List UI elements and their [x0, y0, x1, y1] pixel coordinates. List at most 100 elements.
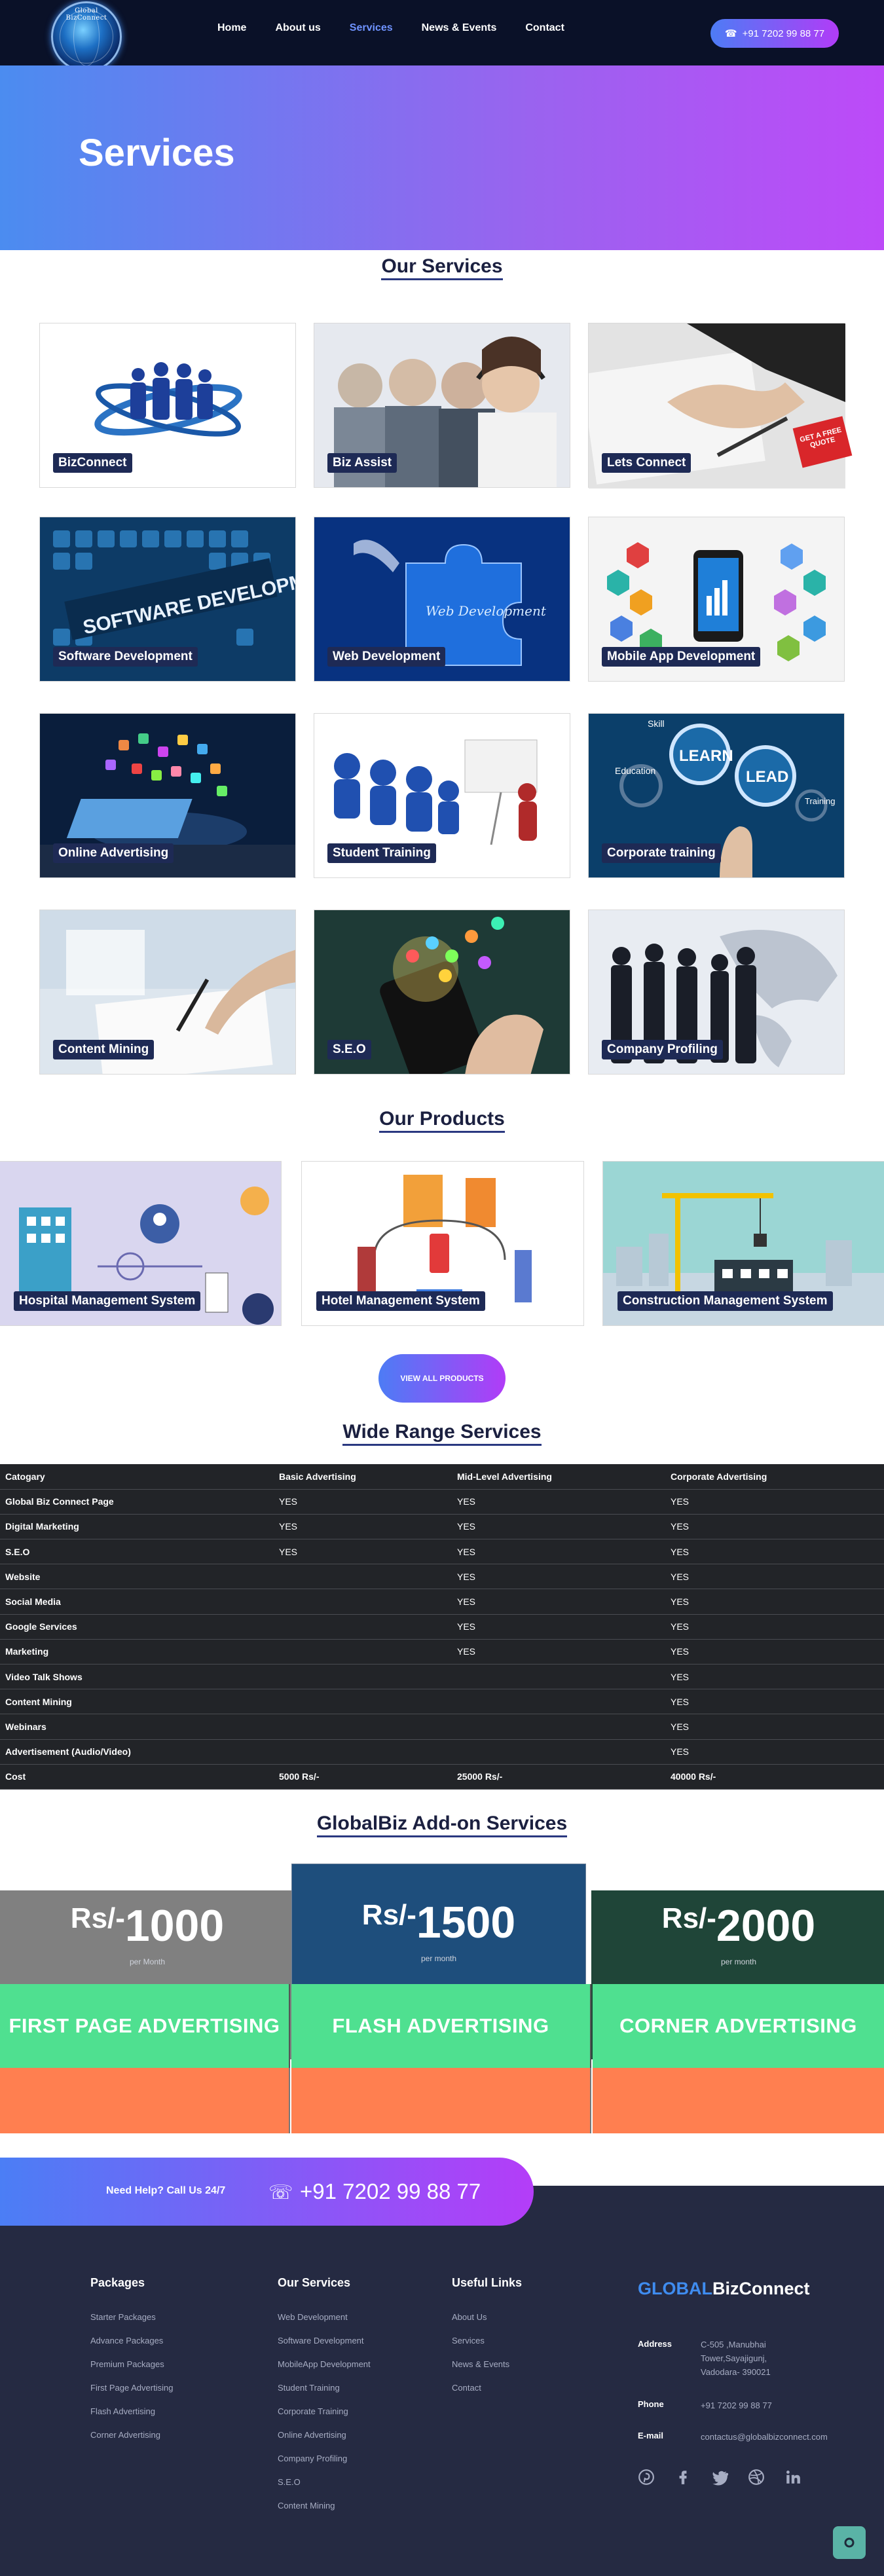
- footer-link[interactable]: First Page Advertising: [90, 2383, 173, 2393]
- twitter-icon[interactable]: [711, 2469, 728, 2486]
- service-label: Web Development: [327, 647, 446, 667]
- footer-link[interactable]: Software Development: [278, 2336, 371, 2346]
- footer-link[interactable]: Premium Packages: [90, 2359, 173, 2369]
- phone-icon: ☎: [724, 28, 737, 39]
- currency: Rs/-: [661, 1902, 716, 1934]
- footer-link[interactable]: Services: [452, 2336, 522, 2346]
- service-card-biz-assist[interactable]: Biz Assist: [314, 323, 570, 488]
- table-cell-value: [274, 1564, 452, 1590]
- footer-heading: Packages: [90, 2276, 145, 2289]
- table-cell-value: YES: [665, 1739, 884, 1765]
- nav-news-events[interactable]: News & Events: [407, 22, 511, 34]
- table-cell-value: 40000 Rs/-: [665, 1764, 884, 1790]
- email-label: E-mail: [638, 2431, 664, 2440]
- plan-name-first-page: FIRST PAGE ADVERTISING: [0, 1984, 290, 2068]
- nav-about-us[interactable]: About us: [261, 22, 335, 34]
- table-cell-value: YES: [452, 1539, 665, 1565]
- product-card-construction[interactable]: Construction Management System: [602, 1161, 884, 1326]
- help-phone-number[interactable]: +91 7202 99 88 77: [300, 2179, 481, 2204]
- nav-services[interactable]: Services: [335, 22, 407, 34]
- phone-icon: ☏: [268, 2182, 293, 2203]
- table-cell-value: YES: [274, 1539, 452, 1565]
- view-all-products-button[interactable]: VIEW ALL PRODUCTS: [378, 1354, 506, 1403]
- footer-link[interactable]: S.E.O: [278, 2477, 371, 2487]
- table-row: Global Biz Connect Page YES YES YES: [0, 1489, 884, 1515]
- header-category: Catogary: [0, 1464, 274, 1490]
- footer-link[interactable]: About Us: [452, 2312, 522, 2322]
- service-label: Company Profiling: [602, 1040, 723, 1059]
- email-value[interactable]: contactus@globalbizconnect.com: [701, 2430, 871, 2444]
- product-card-hotel[interactable]: Hotel Management System: [301, 1161, 584, 1326]
- footer-link[interactable]: Starter Packages: [90, 2312, 173, 2322]
- nav-contact[interactable]: Contact: [511, 22, 579, 34]
- table-cell-category: Marketing: [0, 1639, 274, 1665]
- plan-period: per month: [720, 1957, 757, 1966]
- table-row: Digital Marketing YES YES YES: [0, 1514, 884, 1540]
- footer-link[interactable]: Web Development: [278, 2312, 371, 2322]
- back-to-top-button[interactable]: [833, 2526, 866, 2559]
- table-cell-value: 5000 Rs/-: [274, 1764, 452, 1790]
- linkedin-icon[interactable]: [784, 2469, 801, 2486]
- services-comparison-table: Catogary Basic Advertising Mid-Level Adv…: [0, 1464, 884, 1790]
- table-cell-value: [274, 1589, 452, 1615]
- wide-range-heading: Wide Range Services: [0, 1421, 884, 1446]
- table-cell-category: Digital Marketing: [0, 1514, 274, 1540]
- product-card-hospital[interactable]: Hospital Management System: [0, 1161, 282, 1326]
- service-card-software-development[interactable]: SOFTWARE DEVELOPMENT Software Developmen…: [39, 517, 296, 682]
- page-title: Services: [79, 132, 235, 174]
- service-label: Biz Assist: [327, 453, 397, 473]
- footer-heading: Our Services: [278, 2276, 351, 2289]
- table-cell-category: Cost: [0, 1764, 274, 1790]
- service-label: Software Development: [53, 647, 198, 667]
- table-cell-value: YES: [665, 1489, 884, 1515]
- footer-link[interactable]: Advance Packages: [90, 2336, 173, 2346]
- table-cell-value: YES: [665, 1689, 884, 1715]
- service-card-bizconnect[interactable]: BizConnect: [39, 323, 296, 488]
- service-card-seo[interactable]: S.E.O: [314, 910, 570, 1075]
- footer-link[interactable]: MobileApp Development: [278, 2359, 371, 2369]
- table-cell-value: [452, 1664, 665, 1690]
- table-cell-value: YES: [452, 1639, 665, 1665]
- service-card-company-profiling[interactable]: Company Profiling: [588, 910, 845, 1075]
- footer-link[interactable]: Corporate Training: [278, 2406, 371, 2416]
- dribbble-icon[interactable]: [748, 2469, 765, 2486]
- footer-link[interactable]: Company Profiling: [278, 2454, 371, 2463]
- service-card-online-advertising[interactable]: Online Advertising: [39, 713, 296, 878]
- service-card-web-development[interactable]: Web Development Web Development: [314, 517, 570, 682]
- svg-text:Training: Training: [805, 796, 835, 806]
- footer-link[interactable]: Corner Advertising: [90, 2430, 173, 2440]
- currency: Rs/-: [361, 1899, 416, 1931]
- service-label: Lets Connect: [602, 453, 691, 473]
- footer-link[interactable]: Contact: [452, 2383, 522, 2393]
- table-cell-value: [452, 1689, 665, 1715]
- footer-link[interactable]: News & Events: [452, 2359, 522, 2369]
- phone-label: Phone: [638, 2399, 664, 2409]
- table-row: Advertisement (Audio/Video) YES: [0, 1739, 884, 1765]
- table-row: S.E.O YES YES YES: [0, 1539, 884, 1565]
- service-card-mobile-app-development[interactable]: Mobile App Development: [588, 517, 845, 682]
- phone-button[interactable]: ☎ +91 7202 99 88 77: [710, 19, 839, 48]
- footer-useful-links: Useful Links About Us Services News & Ev…: [452, 2276, 522, 2406]
- nav-home[interactable]: Home: [203, 22, 261, 34]
- service-card-corporate-training[interactable]: LEARN LEAD Skill Education Training Corp…: [588, 713, 845, 878]
- chevron-up-icon: [844, 2537, 855, 2548]
- table-row: Content Mining YES: [0, 1689, 884, 1715]
- table-cell-value: [274, 1639, 452, 1665]
- table-row: Video Talk Shows YES: [0, 1664, 884, 1690]
- footer-link[interactable]: Flash Advertising: [90, 2406, 173, 2416]
- service-card-content-mining[interactable]: Content Mining: [39, 910, 296, 1075]
- facebook-icon[interactable]: [674, 2469, 691, 2486]
- pinterest-icon[interactable]: [638, 2469, 655, 2486]
- plan-price-block: Rs/-1000 per Month: [0, 1904, 295, 1966]
- table-cell-category: Global Biz Connect Page: [0, 1489, 274, 1515]
- product-label: Hospital Management System: [14, 1291, 201, 1311]
- service-card-student-training[interactable]: Student Training: [314, 713, 570, 878]
- service-card-lets-connect[interactable]: Lets Connect GET A FREE QUOTE: [588, 323, 853, 488]
- phone-value[interactable]: +91 7202 99 88 77: [701, 2399, 832, 2412]
- footer-packages: Packages Starter Packages Advance Packag…: [90, 2276, 173, 2454]
- globe-logo[interactable]: Global BizConnect: [51, 1, 122, 72]
- footer-link[interactable]: Online Advertising: [278, 2430, 371, 2440]
- footer-link[interactable]: Student Training: [278, 2383, 371, 2393]
- footer-link[interactable]: Content Mining: [278, 2501, 371, 2511]
- plan-period: per Month: [129, 1957, 166, 1966]
